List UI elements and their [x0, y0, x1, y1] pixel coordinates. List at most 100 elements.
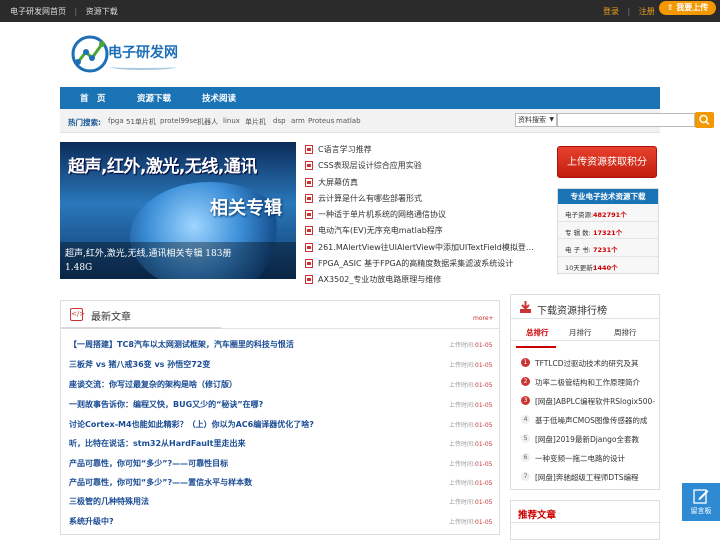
tab-overall[interactable]: 总排行 — [526, 327, 549, 338]
ranking-tabs: 总排行 月排行 周排行 — [511, 319, 659, 341]
hot-keyword[interactable]: 机器人 — [197, 117, 218, 127]
file-title: 云计算是什么有哪些部署形式 — [318, 193, 422, 203]
home-link[interactable]: 电子研发网首页 — [10, 7, 66, 16]
article-row[interactable]: 一则故事告诉你：编程又快，BUG又少的“秘诀”在哪? 上传时间:01-05 — [69, 397, 497, 411]
ranking-item[interactable]: 5 [网盘]2019最新Django全套教 — [519, 432, 659, 446]
time-label: 上传时间: — [449, 461, 476, 468]
list-item[interactable]: 云计算是什么有哪些部署形式 — [305, 191, 540, 207]
stat-row: 电 子 书: 7231个 — [558, 239, 658, 257]
article-title[interactable]: 系统升级中? — [69, 516, 114, 527]
download-ranking-panel: 下载资源排行榜 总排行 月排行 周排行 1 TFTLCD过驱动技术的研究及其 2功… — [510, 294, 660, 490]
ranking-item-title[interactable]: TFTLCD过驱动技术的研究及其 — [535, 358, 657, 369]
article-time: 上传时间:01-05 — [449, 439, 492, 448]
article-time: 上传时间:01-05 — [449, 400, 492, 409]
banner-caption-size: 1.48G — [65, 263, 93, 273]
list-item[interactable]: 一种适于单片机系统的网络通信协议 — [305, 207, 540, 223]
ranking-item[interactable]: 1 TFTLCD过驱动技术的研究及其 — [519, 356, 659, 370]
hot-keyword[interactable]: dsp — [273, 117, 286, 125]
article-row[interactable]: 三极管的几种特殊用法 上传时间:01-05 — [69, 494, 497, 508]
ranking-item[interactable]: 2 功率二极管结构和工作原理简介 — [519, 375, 659, 389]
time-label: 上传时间: — [449, 342, 476, 349]
hot-keyword[interactable]: 单片机 — [245, 117, 266, 127]
featured-banner[interactable]: 超声,红外,激光,无线,通讯 相关专辑 超声,红外,激光,无线,通讯相关专辑 1… — [60, 142, 296, 279]
article-title[interactable]: 三板斧 vs 猪八戒36变 vs 孙悟空72变 — [69, 359, 210, 370]
hot-keyword[interactable]: fpga — [108, 117, 124, 125]
article-row[interactable]: 产品可靠性，你可知“多少”?——可靠性目标 上传时间:01-05 — [69, 456, 497, 470]
resource-download-link[interactable]: 资源下载 — [86, 7, 118, 16]
divider: | — [627, 7, 631, 16]
article-row[interactable]: 产品可靠性，你可知“多少”?——置信水平与样本数 上传时间:01-05 — [69, 475, 497, 489]
hot-keyword[interactable]: matlab — [336, 117, 361, 125]
list-item[interactable]: CSS表现层设计综合应用实验 — [305, 158, 540, 174]
hot-keyword[interactable]: protel99se — [160, 117, 197, 125]
logo-text: 电子研发网 — [108, 45, 178, 61]
ranking-item-title[interactable]: [网盘]2019最新Django全套教 — [535, 434, 657, 445]
file-list: C语言学习推荐 CSS表现层设计综合应用实验 大屏幕仿真 云计算是什么有哪些部署… — [305, 142, 540, 289]
list-item[interactable]: FPGA_ASIC 基于FPGA的高精度数据采集滤波系统设计 — [305, 256, 540, 272]
tab-monthly[interactable]: 月排行 — [569, 327, 592, 338]
ranking-item-title[interactable]: 功率二极管结构和工作原理简介 — [535, 377, 657, 388]
nav-home[interactable]: 首 页 — [80, 92, 106, 104]
pdf-icon — [305, 177, 313, 187]
article-title[interactable]: 产品可靠性，你可知“多少”?——置信水平与样本数 — [69, 477, 252, 488]
more-link[interactable]: more+ — [473, 315, 494, 322]
ranking-item-title[interactable]: [网盘]奔驰超级工程师DTS编程 — [535, 472, 657, 483]
register-link[interactable]: 注册 — [639, 7, 655, 16]
article-row[interactable]: 系统升级中? 上传时间:01-05 — [69, 514, 497, 528]
article-title[interactable]: 讨论Cortex-M4也能如此精彩？（上）你以为AC6编译器优化了啥? — [69, 419, 314, 430]
hot-keyword[interactable]: 51单片机 — [126, 117, 156, 127]
article-time: 上传时间:01-05 — [449, 420, 492, 429]
article-row[interactable]: 三板斧 vs 猪八戒36变 vs 孙悟空72变 上传时间:01-05 — [69, 357, 497, 371]
article-title[interactable]: 一则故事告诉你：编程又快，BUG又少的“秘诀”在哪? — [69, 399, 263, 410]
list-item[interactable]: AX3502_专业功放电路原理与维修 — [305, 272, 540, 288]
article-time: 上传时间:01-05 — [449, 478, 492, 487]
ranking-item[interactable]: 7 [网盘]奔驰超级工程师DTS编程 — [519, 470, 659, 484]
hot-keyword[interactable]: arm — [291, 117, 305, 125]
hot-keyword[interactable]: Proteus — [308, 117, 334, 125]
article-row[interactable]: 听，比特在说话：stm32从HardFault里走出来 上传时间:01-05 — [69, 436, 497, 450]
pdf-icon — [305, 242, 313, 252]
search-button[interactable] — [695, 112, 714, 128]
file-title: 大屏幕仿真 — [318, 177, 358, 187]
pdf-icon — [305, 275, 313, 285]
file-title: 261.MAlertView往UIAlertView中添加UITextField… — [318, 242, 534, 252]
article-time: 上传时间:01-05 — [449, 360, 492, 369]
article-date: 01-05 — [475, 499, 493, 506]
search-input[interactable] — [557, 113, 695, 127]
article-title[interactable]: 【一周搭建】TC8汽车以太网测试框架，汽车圈里的科技与恨活 — [69, 339, 294, 350]
article-row[interactable]: 【一周搭建】TC8汽车以太网测试框架，汽车圈里的科技与恨活 上传时间:01-05 — [69, 337, 497, 351]
latest-articles-title: 最新文章 — [91, 312, 131, 323]
list-item[interactable]: 电动汽车(EV)无序充电matlab程序 — [305, 223, 540, 239]
list-item[interactable]: C语言学习推荐 — [305, 142, 540, 158]
ranking-item-title[interactable]: 一种变频一拖二电路的设计 — [535, 453, 657, 464]
nav-tech-reading[interactable]: 技术阅读 — [202, 92, 236, 104]
search-category-select[interactable]: 资料搜索 ▼ — [515, 113, 557, 127]
ranking-item[interactable]: 6 一种变频一拖二电路的设计 — [519, 451, 659, 465]
article-title[interactable]: 产品可靠性，你可知“多少”?——可靠性目标 — [69, 458, 228, 469]
ranking-item[interactable]: 4 基于低噪声CMOS图像传感器的成 — [519, 413, 659, 427]
top-bar: 电子研发网首页 | 资源下载 登录 | 注册 ⇧ 我要上传 — [0, 0, 720, 22]
list-item[interactable]: 大屏幕仿真 — [305, 175, 540, 191]
article-row[interactable]: 讨论Cortex-M4也能如此精彩？（上）你以为AC6编译器优化了啥? 上传时间:… — [69, 417, 497, 431]
ranking-item-title[interactable]: [网盘]ABPLC编程软件RSlogix500- — [535, 396, 657, 407]
article-row[interactable]: 座谈交流：你写过最复杂的架构是啥（修订版） 上传时间:01-05 — [69, 377, 497, 391]
article-title[interactable]: 座谈交流：你写过最复杂的架构是啥（修订版） — [69, 379, 237, 390]
message-board-label: 留言板 — [690, 507, 712, 515]
upload-button[interactable]: ⇧ 我要上传 — [659, 1, 716, 15]
message-board-button[interactable]: 留言板 — [682, 483, 720, 521]
article-date: 01-05 — [475, 519, 493, 526]
article-title[interactable]: 三极管的几种特殊用法 — [69, 496, 149, 507]
file-title: 一种适于单片机系统的网络通信协议 — [318, 210, 446, 220]
edit-icon — [693, 489, 709, 504]
hot-keyword[interactable]: linux — [223, 117, 240, 125]
upload-resource-button[interactable]: 上传资源获取积分 — [557, 146, 657, 178]
login-link[interactable]: 登录 — [603, 7, 619, 16]
ranking-item[interactable]: 3 [网盘]ABPLC编程软件RSlogix500- — [519, 394, 659, 408]
rank-number: 2 — [521, 377, 530, 386]
article-title[interactable]: 听，比特在说话：stm32从HardFault里走出来 — [69, 438, 245, 449]
tab-weekly[interactable]: 周排行 — [614, 327, 637, 338]
ranking-item-title[interactable]: 基于低噪声CMOS图像传感器的成 — [535, 415, 657, 426]
nav-resource-download[interactable]: 资源下载 — [137, 92, 171, 104]
site-logo[interactable]: 电子研发网 — [70, 32, 180, 78]
list-item[interactable]: 261.MAlertView往UIAlertView中添加UITextField… — [305, 240, 540, 256]
